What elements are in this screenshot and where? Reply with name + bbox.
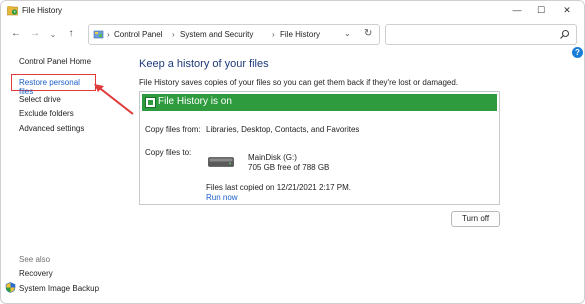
refresh-icon[interactable]: ↻: [364, 28, 372, 39]
search-icon[interactable]: [559, 29, 570, 40]
sidebar-item-select-drive[interactable]: Select drive: [19, 95, 61, 104]
page-title: Keep a history of your files: [139, 58, 269, 70]
sidebar-control-panel-home[interactable]: Control Panel Home: [19, 57, 91, 66]
recent-locations-chevron-icon[interactable]: ⌄: [46, 28, 60, 42]
breadcrumb-separator: ›: [107, 30, 110, 39]
turn-off-button[interactable]: Turn off: [451, 211, 500, 227]
hard-drive-icon: [208, 157, 234, 167]
search-input[interactable]: [385, 24, 577, 45]
title-bar: File History — ☐ ✕: [1, 1, 584, 20]
help-icon[interactable]: ?: [572, 47, 583, 58]
see-also-system-image-backup[interactable]: System Image Backup: [19, 284, 99, 293]
shield-icon: [5, 282, 16, 293]
maximize-button[interactable]: ☐: [531, 3, 551, 17]
window-title: File History: [22, 6, 63, 15]
up-arrow-icon[interactable]: ↑: [64, 27, 78, 41]
breadcrumb-system-and-security[interactable]: System and Security: [180, 30, 253, 39]
address-dropdown-chevron-icon[interactable]: ⌄: [344, 29, 351, 38]
drive-free-space: 705 GB free of 788 GB: [248, 163, 330, 172]
copy-from-label: Copy files from:: [145, 125, 201, 134]
file-history-icon: [7, 6, 18, 16]
see-also-heading: See also: [19, 255, 51, 264]
back-arrow-icon[interactable]: ←: [9, 27, 23, 41]
run-now-link[interactable]: Run now: [206, 193, 238, 202]
breadcrumb-separator: ›: [272, 30, 275, 39]
sidebar-item-restore-personal-files[interactable]: Restore personal files: [11, 74, 96, 96]
see-also-recovery[interactable]: Recovery: [19, 269, 53, 278]
copy-from-value: Libraries, Desktop, Contacts, and Favori…: [206, 125, 360, 134]
navigation-bar: ← → ⌄ ↑ › Control Panel › System and Sec…: [1, 21, 584, 47]
control-panel-icon: [93, 30, 104, 39]
page-description: File History saves copies of your files …: [139, 78, 459, 87]
annotation-arrow-icon: [94, 84, 134, 115]
last-copied-text: Files last copied on 12/21/2021 2:17 PM.: [206, 183, 351, 192]
breadcrumb-control-panel[interactable]: Control Panel: [114, 30, 162, 39]
breadcrumb-separator: ›: [172, 30, 175, 39]
copy-to-label: Copy files to:: [145, 148, 192, 157]
status-square-icon: [145, 97, 156, 108]
sidebar-item-exclude-folders[interactable]: Exclude folders: [19, 109, 74, 118]
address-bar[interactable]: › Control Panel › System and Security › …: [88, 24, 380, 45]
close-button[interactable]: ✕: [557, 3, 577, 17]
status-panel: File History is on Copy files from: Libr…: [139, 91, 500, 205]
status-title: File History is on: [158, 96, 232, 107]
sidebar-item-advanced-settings[interactable]: Advanced settings: [19, 124, 84, 133]
file-history-window: File History — ☐ ✕ ← → ⌄ ↑ › Control Pan…: [0, 0, 585, 304]
status-header: File History is on: [142, 94, 497, 111]
forward-arrow-icon[interactable]: →: [28, 27, 42, 41]
breadcrumb-file-history[interactable]: File History: [280, 30, 320, 39]
minimize-button[interactable]: —: [507, 3, 527, 17]
drive-name: MainDisk (G:): [248, 153, 297, 162]
